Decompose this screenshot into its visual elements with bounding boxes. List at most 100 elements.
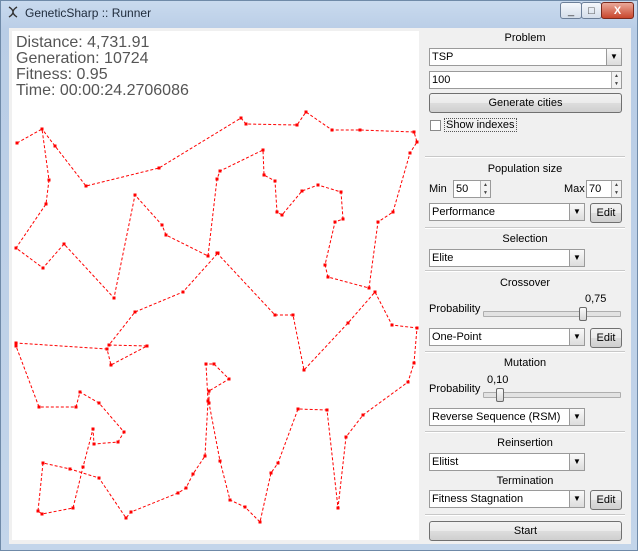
city-point <box>176 491 180 495</box>
mutation-slider-thumb[interactable] <box>495 388 504 402</box>
mutation-title: Mutation <box>503 357 547 369</box>
city-point <box>341 217 345 221</box>
title-bar[interactable]: GeneticSharp :: Runner _ □ X <box>1 1 639 25</box>
city-point <box>184 486 188 490</box>
generation-strategy-select[interactable]: Performance ▼ <box>429 203 585 221</box>
min-label: Min <box>429 183 447 195</box>
mutation-probability-value: 0,10 <box>487 374 509 386</box>
city-point <box>124 516 128 520</box>
city-point <box>68 467 72 471</box>
spin-arrows-icon[interactable]: ▲ ▼ <box>611 72 621 88</box>
city-point <box>218 169 222 173</box>
max-population-input[interactable]: 70 ▲ ▼ <box>586 180 622 198</box>
city-point <box>105 347 109 351</box>
cities-count-value: 100 <box>432 74 451 86</box>
city-point <box>373 290 377 294</box>
city-point <box>280 213 284 217</box>
city-point <box>326 275 330 279</box>
city-point <box>14 344 18 348</box>
city-point <box>244 122 248 126</box>
client-area: Distance: 4,731.91 Generation: 10724 Fit… <box>9 28 631 544</box>
city-point <box>269 471 273 475</box>
show-indexes-label[interactable]: Show indexes <box>444 118 517 132</box>
population-edit-button[interactable]: Edit <box>590 203 622 223</box>
termination-select[interactable]: Fitness Stagnation ▼ <box>429 490 585 508</box>
city-point <box>41 461 45 465</box>
city-point <box>92 442 96 446</box>
problem-select[interactable]: TSP ▼ <box>429 48 622 66</box>
city-point <box>116 440 120 444</box>
city-point <box>129 510 133 514</box>
city-point <box>81 465 85 469</box>
city-point <box>212 362 216 366</box>
crossover-title: Crossover <box>499 277 551 289</box>
minimize-button[interactable]: _ <box>560 2 582 19</box>
reinsertion-value: Elitist <box>432 456 459 468</box>
distance-text: Distance: 4,731.91 <box>16 34 150 51</box>
separator <box>425 431 625 433</box>
city-point <box>215 177 219 181</box>
mutation-probability-label: Probability <box>429 383 481 395</box>
generation-strategy-value: Performance <box>432 206 495 218</box>
crossover-select[interactable]: One-Point ▼ <box>429 328 585 346</box>
city-point <box>323 263 327 267</box>
city-point <box>191 472 195 476</box>
cities-count-input[interactable]: 100 ▲ ▼ <box>429 71 622 89</box>
chevron-down-icon: ▼ <box>569 204 584 220</box>
termination-edit-button[interactable]: Edit <box>590 490 622 510</box>
separator <box>425 351 625 353</box>
city-point <box>78 390 82 394</box>
city-point <box>302 368 306 372</box>
window-title: GeneticSharp :: Runner <box>25 6 152 20</box>
city-point <box>275 210 279 214</box>
city-point <box>84 184 88 188</box>
maximize-button[interactable]: □ <box>581 2 602 19</box>
crossover-edit-button[interactable]: Edit <box>590 328 622 348</box>
generate-cities-button[interactable]: Generate cities <box>429 93 622 113</box>
spin-arrows-icon[interactable]: ▲ ▼ <box>480 181 490 197</box>
city-point <box>207 389 211 393</box>
close-button[interactable]: X <box>601 2 634 19</box>
city-point <box>333 220 337 224</box>
city-point <box>218 459 222 463</box>
reinsertion-select[interactable]: Elitist ▼ <box>429 453 585 471</box>
city-point <box>367 286 371 290</box>
min-population-input[interactable]: 50 ▲ ▼ <box>453 180 491 198</box>
mutation-value: Reverse Sequence (RSM) <box>432 411 561 423</box>
city-point <box>344 435 348 439</box>
selection-title: Selection <box>502 233 548 245</box>
city-point <box>14 246 18 250</box>
selection-select[interactable]: Elite ▼ <box>429 249 585 267</box>
city-point <box>47 178 51 182</box>
city-point <box>112 296 116 300</box>
main-window: GeneticSharp :: Runner _ □ X Distance: 4… <box>0 0 638 551</box>
termination-title: Termination <box>496 475 554 487</box>
city-point <box>336 506 340 510</box>
city-point <box>40 512 44 516</box>
city-point <box>361 413 365 417</box>
crossover-slider-track[interactable] <box>483 311 621 317</box>
city-point <box>261 148 265 152</box>
selection-value: Elite <box>432 252 454 264</box>
chevron-down-icon: ▼ <box>606 49 621 65</box>
city-point <box>36 509 40 513</box>
separator <box>425 514 625 516</box>
city-point <box>300 189 304 193</box>
separator <box>425 227 625 229</box>
generation-text: Generation: 10724 <box>16 50 149 67</box>
city-point <box>109 363 113 367</box>
start-button[interactable]: Start <box>429 521 622 541</box>
city-point <box>258 520 262 524</box>
city-point <box>227 377 231 381</box>
city-point <box>14 341 18 345</box>
chevron-down-icon: ▼ <box>569 409 584 425</box>
city-point <box>316 183 320 187</box>
crossover-slider-thumb[interactable] <box>579 307 587 321</box>
chevron-down-icon: ▼ <box>569 491 584 507</box>
city-point <box>91 427 95 431</box>
spin-arrows-icon[interactable]: ▲ ▼ <box>611 181 621 197</box>
mutation-select[interactable]: Reverse Sequence (RSM) ▼ <box>429 408 585 426</box>
city-point <box>358 128 362 132</box>
city-point <box>346 321 350 325</box>
show-indexes-checkbox[interactable] <box>430 120 441 131</box>
